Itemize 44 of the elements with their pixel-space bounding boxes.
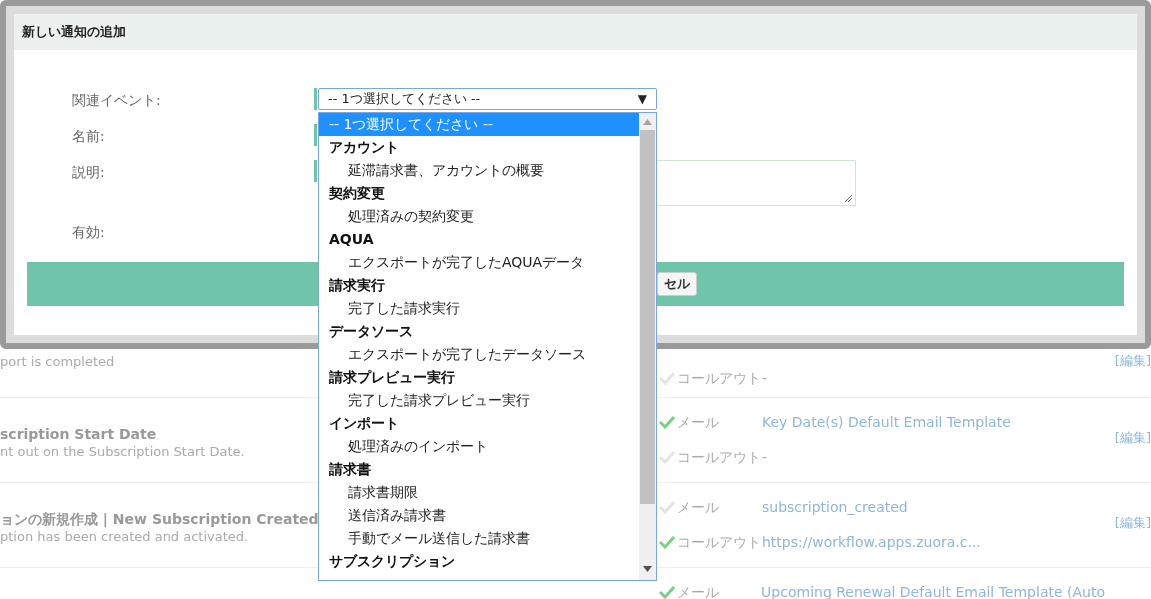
option-group-label: インポート (328, 414, 400, 433)
option-group-label: アカウント (328, 138, 400, 157)
notification-title: scription Start Date (0, 425, 157, 444)
dropdown-option[interactable]: 完了した請求プレビュー実行 (348, 389, 530, 412)
channel-name: コールアウト (677, 369, 762, 388)
notification-title: ョンの新規作成 | New Subscription Created (0, 510, 319, 529)
notification-description: ption has been created and activated. (0, 529, 249, 545)
dropdown-option[interactable]: 処理済みのインポート (348, 435, 488, 458)
channel-name: コールアウト (677, 533, 762, 552)
scroll-down-arrow-icon[interactable] (643, 566, 652, 572)
notification-description: nt out on the Subscription Start Date. (0, 444, 245, 460)
scrollbar[interactable] (639, 113, 656, 580)
cancel-button[interactable]: セル (657, 272, 697, 296)
option-group-label: 請求書 (328, 460, 372, 479)
dropdown-option[interactable]: 処理済みの契約変更 (348, 205, 474, 228)
field-label: 説明: (71, 163, 106, 182)
channel-value: - (762, 369, 768, 388)
notification-description: port is completed (0, 354, 115, 370)
dropdown-option[interactable]: エクスポートが完了したデータソース (348, 343, 586, 366)
scroll-up-arrow-icon[interactable] (643, 119, 652, 125)
dropdown-option[interactable]: 請求書期限 (348, 481, 418, 504)
dropdown-option[interactable]: 延滞請求書、アカウントの概要 (348, 159, 544, 182)
channel-name: コールアウト (677, 448, 762, 467)
channel-name: メール (677, 413, 720, 432)
dropdown-option[interactable]: 完了した請求実行 (348, 297, 460, 320)
dropdown-option[interactable]: 手動でメール送信した請求書 (348, 527, 530, 550)
option-group-label: AQUA (328, 230, 375, 249)
field-label: 有効: (71, 223, 106, 242)
resize-grip-icon[interactable] (844, 194, 853, 203)
option-group-label: データソース (328, 322, 414, 341)
channel-name: メール (677, 498, 720, 517)
scrollbar-thumb[interactable] (640, 130, 655, 504)
option-group-label: 請求実行 (328, 276, 386, 295)
dialog-title: 新しい通知の追加 (22, 23, 126, 42)
channel-name: メール (676, 583, 720, 599)
event-select[interactable]: -- 1つ選択してください -- ▼ (318, 88, 657, 110)
channel-value: - (762, 448, 768, 467)
option-group-label: 契約変更 (328, 184, 386, 203)
option-group-label: サブスクリプション (328, 552, 456, 571)
field-label: 名前: (71, 127, 106, 146)
field-label: 関連イベント: (71, 91, 162, 110)
option-group-label: 請求プレビュー実行 (328, 368, 456, 387)
dropdown-option[interactable]: 送信済み請求書 (348, 504, 446, 527)
dropdown-option[interactable]: エクスポートが完了したAQUAデータ (348, 251, 585, 274)
